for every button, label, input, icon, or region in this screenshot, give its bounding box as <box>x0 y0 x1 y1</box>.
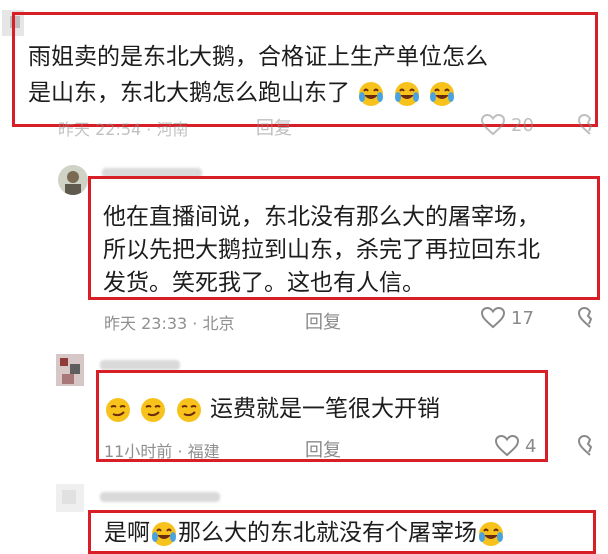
comment-meta: 昨天 23:33 · 北京 <box>104 314 235 333</box>
username[interactable] <box>100 492 220 502</box>
laughing-tears-emoji <box>152 521 176 546</box>
heart-icon <box>481 307 505 329</box>
like-count: 17 <box>511 307 534 329</box>
comment-meta: 11小时前 · 福建 <box>104 442 220 461</box>
avatar[interactable] <box>56 354 84 386</box>
heart-icon <box>495 435 519 457</box>
comment-meta: 昨天 22:54 · 河南 <box>58 120 189 139</box>
comment-text: 雨姐卖的是东北大鹅，合格证上生产单位怎么 <box>28 44 488 70</box>
broken-heart-icon <box>577 113 593 135</box>
avatar[interactable] <box>58 165 88 195</box>
comment-text: 运费就是一笔很大开销 <box>104 392 440 426</box>
dislike-button[interactable] <box>577 434 602 461</box>
reply-button[interactable]: 回复 <box>305 436 341 462</box>
comment-text-line2: 所以先把大鹅拉到山东，杀完了再拉回东北 <box>103 237 540 263</box>
comment-text: 他在直播间说，东北没有那么大的屠宰场， <box>103 204 540 230</box>
laughing-tears-emoji <box>479 521 503 546</box>
smirk-emoji <box>104 396 210 422</box>
like-button[interactable]: 20 <box>481 114 534 136</box>
dislike-button[interactable] <box>577 113 602 140</box>
comment-text-line2: 是山东，东北大鹅怎么跑山东了 <box>28 76 456 110</box>
reply-button[interactable]: 回复 <box>256 114 292 140</box>
comment-text-line3: 发货。笑死我了。这也有人信。 <box>103 270 425 296</box>
broken-heart-icon <box>577 306 593 328</box>
like-count: 4 <box>525 435 537 457</box>
username[interactable] <box>100 360 180 370</box>
comment-text: 是啊 那么大的东北就没有个屠宰场 <box>104 516 505 550</box>
like-button[interactable]: 17 <box>481 307 534 329</box>
like-button[interactable]: 4 <box>495 435 536 457</box>
avatar[interactable] <box>56 484 84 512</box>
broken-heart-icon <box>577 434 593 456</box>
laughing-tears-emoji <box>357 80 456 106</box>
dislike-button[interactable] <box>577 306 602 333</box>
reply-button[interactable]: 回复 <box>305 308 341 334</box>
heart-icon <box>481 114 505 136</box>
like-count: 20 <box>511 114 534 136</box>
